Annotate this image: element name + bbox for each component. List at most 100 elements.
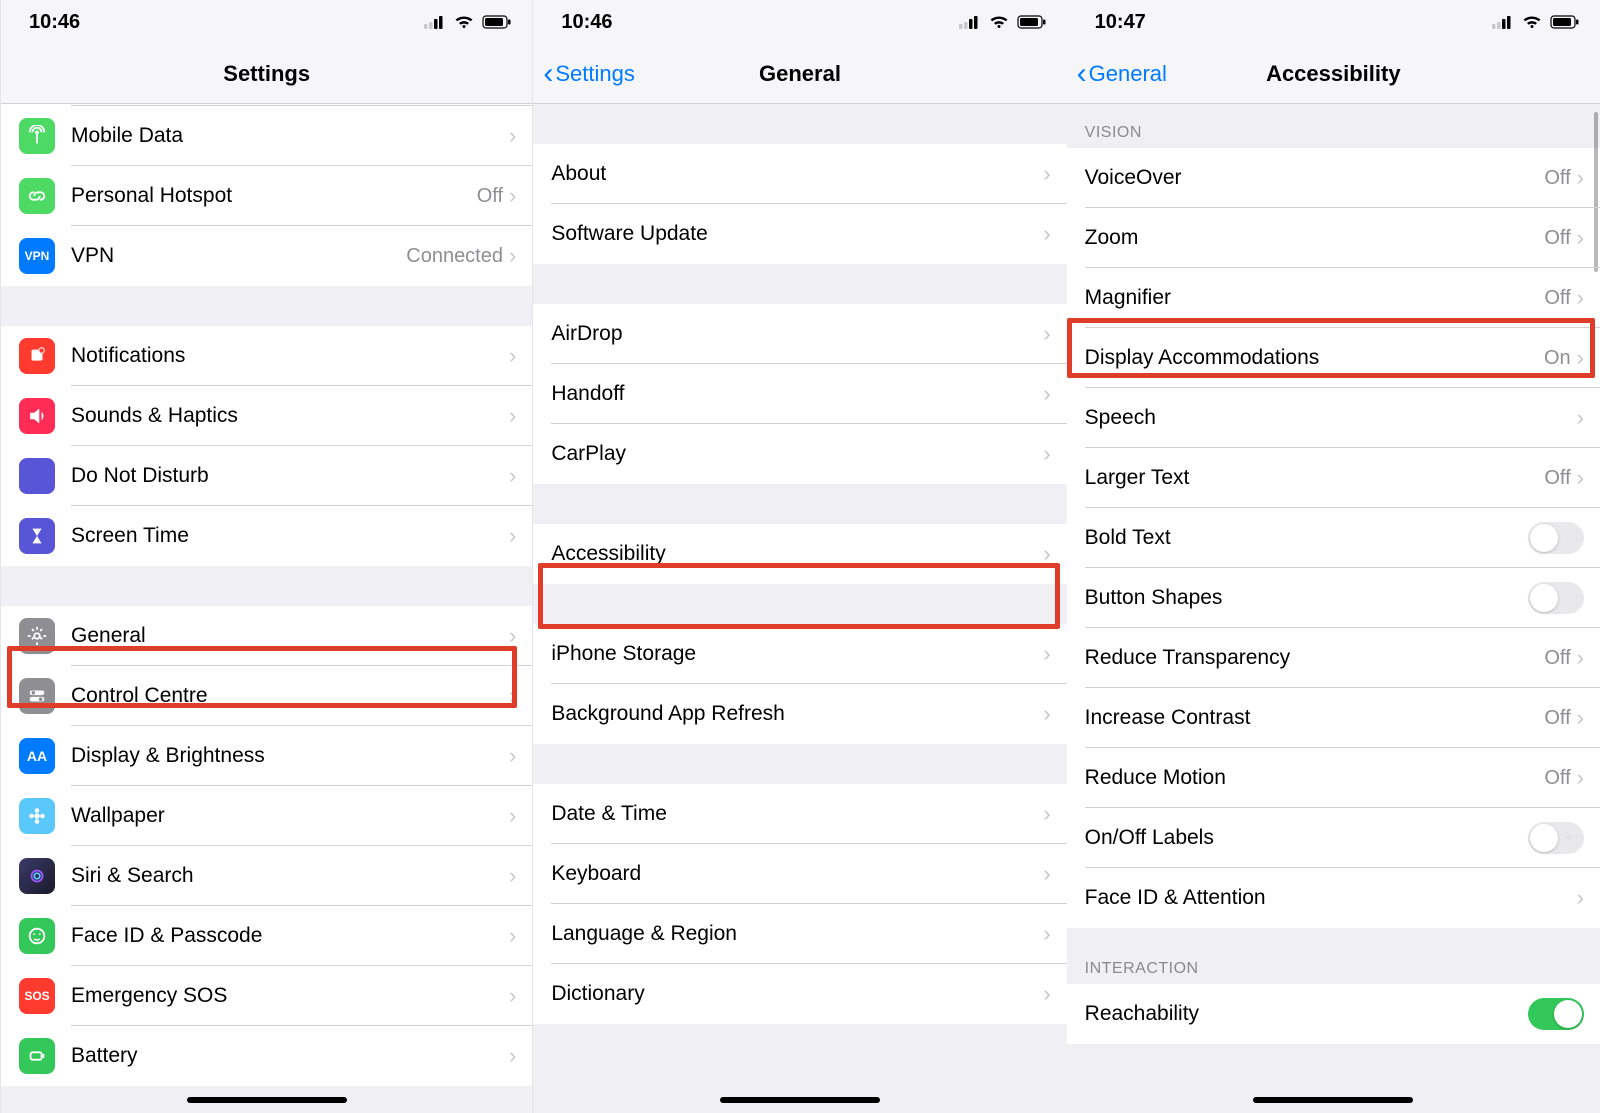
row-sos[interactable]: SOS Emergency SOS › (1, 966, 532, 1026)
page-title: Settings (223, 61, 310, 87)
label: Background App Refresh (551, 702, 784, 726)
chevron-right-icon: › (1043, 541, 1050, 567)
siri-icon (19, 858, 55, 894)
chevron-left-icon: ‹ (1077, 59, 1087, 89)
row-keyboard[interactable]: Keyboard› (533, 844, 1066, 904)
nav-bar: Settings (1, 44, 532, 104)
wifi-icon (989, 15, 1009, 29)
sos-icon: SOS (19, 978, 55, 1014)
back-button[interactable]: ‹Settings (543, 59, 635, 89)
row-about[interactable]: About› (533, 144, 1066, 204)
row-reachability[interactable]: Reachability (1067, 984, 1600, 1044)
row-software-update[interactable]: Software Update› (533, 204, 1066, 264)
row-faceid[interactable]: Face ID & Passcode › (1, 906, 532, 966)
aa-icon: AA (19, 738, 55, 774)
label: iPhone Storage (551, 642, 696, 666)
value: Connected (406, 245, 503, 268)
chevron-right-icon: › (509, 803, 516, 829)
row-general[interactable]: General › (1, 606, 532, 666)
label: On/Off Labels (1085, 826, 1214, 850)
row-screen-time[interactable]: Screen Time › (1, 506, 532, 566)
toggle-button-shapes[interactable] (1528, 582, 1584, 614)
row-background-refresh[interactable]: Background App Refresh › (533, 684, 1066, 744)
chevron-left-icon: ‹ (543, 59, 553, 89)
row-carplay[interactable]: CarPlay› (533, 424, 1066, 484)
chevron-right-icon: › (1043, 641, 1050, 667)
row-notifications[interactable]: Notifications › (1, 326, 532, 386)
label: Display Accommodations (1085, 346, 1320, 370)
signal-icon (959, 15, 981, 29)
chevron-right-icon: › (509, 623, 516, 649)
row-display-accommodations[interactable]: Display AccommodationsOn› (1067, 328, 1600, 388)
label: Handoff (551, 382, 624, 406)
toggle-reachability[interactable] (1528, 998, 1584, 1030)
label: CarPlay (551, 442, 626, 466)
row-siri[interactable]: Siri & Search › (1, 846, 532, 906)
row-storage[interactable]: iPhone Storage › (533, 624, 1066, 684)
row-magnifier[interactable]: MagnifierOff› (1067, 268, 1600, 328)
wifi-icon (454, 15, 474, 29)
row-increase-contrast[interactable]: Increase ContrastOff› (1067, 688, 1600, 748)
chevron-right-icon: › (509, 403, 516, 429)
label: Button Shapes (1085, 586, 1223, 610)
label: Date & Time (551, 802, 667, 826)
chevron-right-icon: › (509, 123, 516, 149)
chevron-right-icon: › (509, 983, 516, 1009)
row-button-shapes[interactable]: Button Shapes (1067, 568, 1600, 628)
row-accessibility[interactable]: Accessibility› (533, 524, 1066, 584)
page-title: Accessibility (1266, 61, 1401, 87)
row-bold-text[interactable]: Bold Text (1067, 508, 1600, 568)
row-mobile-data[interactable]: Mobile Data › (1, 106, 532, 166)
label: Siri & Search (71, 864, 194, 888)
row-sounds[interactable]: Sounds & Haptics › (1, 386, 532, 446)
bell-icon (19, 338, 55, 374)
row-onoff-labels[interactable]: On/Off Labels (1067, 808, 1600, 868)
label: AirDrop (551, 322, 622, 346)
toggle-onoff-labels[interactable] (1528, 822, 1584, 854)
row-personal-hotspot[interactable]: Personal Hotspot Off › (1, 166, 532, 226)
row-date-time[interactable]: Date & Time› (533, 784, 1066, 844)
label: Zoom (1085, 226, 1139, 250)
value: Off (477, 185, 503, 208)
value: Off (1544, 287, 1570, 310)
row-larger-text[interactable]: Larger TextOff› (1067, 448, 1600, 508)
row-wallpaper[interactable]: Wallpaper › (1, 786, 532, 846)
switches-icon (19, 678, 55, 714)
row-voiceover[interactable]: VoiceOverOff› (1067, 148, 1600, 208)
label: About (551, 162, 606, 186)
label: Display & Brightness (71, 744, 265, 768)
row-zoom[interactable]: ZoomOff› (1067, 208, 1600, 268)
row-faceid-attention[interactable]: Face ID & Attention› (1067, 868, 1600, 928)
back-button[interactable]: ‹General (1077, 59, 1167, 89)
section-header-vision: Vision (1067, 104, 1600, 148)
chevron-right-icon: › (1043, 221, 1050, 247)
back-label: Settings (555, 61, 635, 87)
row-vpn[interactable]: VPN VPN Connected › (1, 226, 532, 286)
gear-icon (19, 618, 55, 654)
row-control-centre[interactable]: Control Centre › (1, 666, 532, 726)
flower-icon (19, 798, 55, 834)
label: Reachability (1085, 1002, 1199, 1026)
chevron-right-icon: › (1043, 701, 1050, 727)
row-handoff[interactable]: Handoff› (533, 364, 1066, 424)
row-dnd[interactable]: Do Not Disturb › (1, 446, 532, 506)
antenna-icon (19, 118, 55, 154)
chevron-right-icon: › (509, 683, 516, 709)
content: About› Software Update› AirDrop› Handoff… (533, 104, 1066, 1113)
row-reduce-motion[interactable]: Reduce MotionOff› (1067, 748, 1600, 808)
label: Do Not Disturb (71, 464, 209, 488)
row-display[interactable]: AA Display & Brightness › (1, 726, 532, 786)
row-battery[interactable]: Battery › (1, 1026, 532, 1086)
row-dictionary[interactable]: Dictionary› (533, 964, 1066, 1024)
home-indicator (720, 1097, 880, 1103)
row-speech[interactable]: Speech› (1067, 388, 1600, 448)
chevron-right-icon: › (1577, 405, 1584, 431)
label: Face ID & Attention (1085, 886, 1266, 910)
screen-general: 10:46 ‹Settings General About› Software … (533, 0, 1066, 1113)
status-time: 10:46 (29, 11, 80, 34)
nav-bar: ‹General Accessibility (1067, 44, 1600, 104)
toggle-bold-text[interactable] (1528, 522, 1584, 554)
row-reduce-transparency[interactable]: Reduce TransparencyOff› (1067, 628, 1600, 688)
row-airdrop[interactable]: AirDrop› (533, 304, 1066, 364)
row-language[interactable]: Language & Region› (533, 904, 1066, 964)
